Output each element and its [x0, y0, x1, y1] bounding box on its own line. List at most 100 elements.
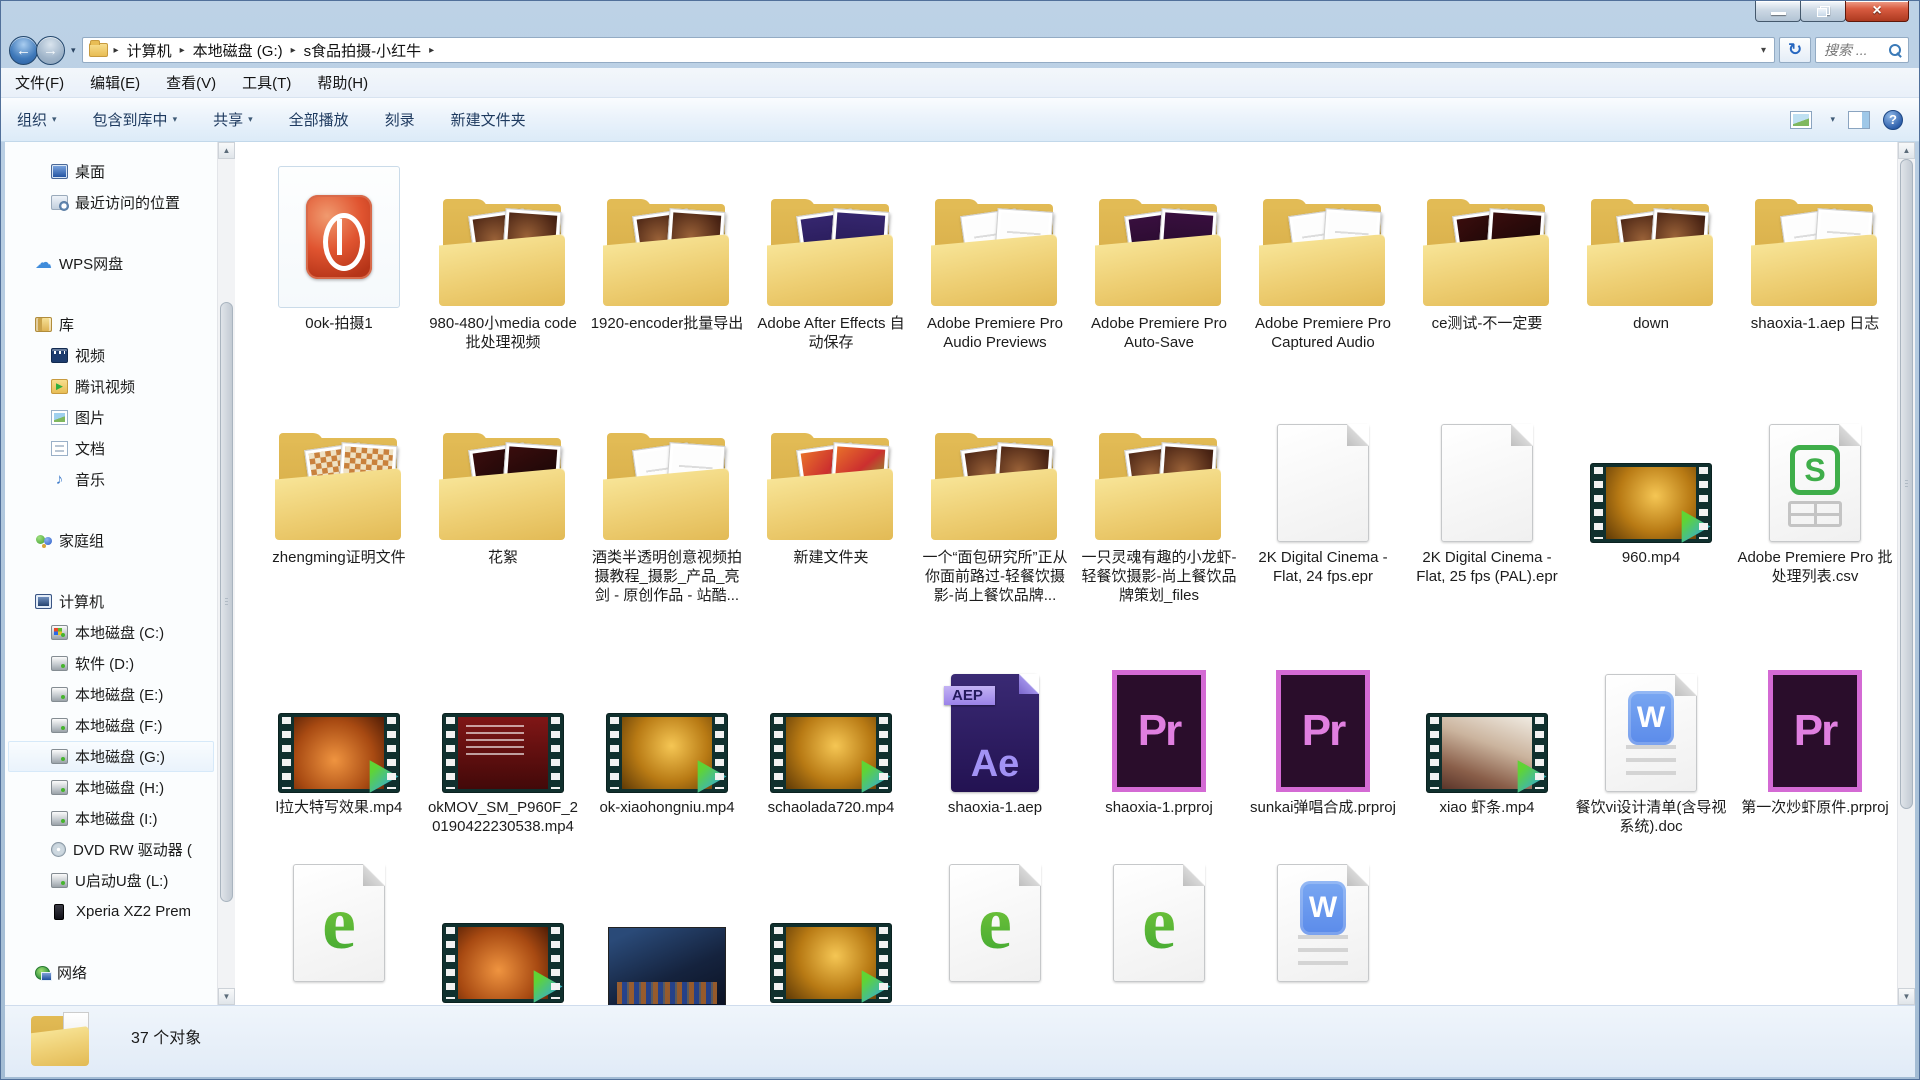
search-box[interactable]	[1815, 37, 1909, 63]
sidebar-item[interactable]: 网络	[8, 957, 214, 988]
file-item[interactable]	[421, 864, 585, 1005]
folder-icon: PrPr	[1093, 200, 1225, 308]
file-item[interactable]: 960.mp4	[1569, 392, 1733, 642]
sidebar-item[interactable]: 最近访问的位置	[8, 187, 214, 218]
file-item[interactable]: W	[1241, 864, 1405, 1005]
sidebar-item[interactable]: 图片	[8, 402, 214, 433]
sidebar-item[interactable]: 本地磁盘 (I:)	[8, 803, 214, 834]
refresh-button[interactable]: ↻	[1779, 37, 1811, 63]
sidebar-item[interactable]: 本地磁盘 (H:)	[8, 772, 214, 803]
menu-item[interactable]: 帮助(H)	[317, 72, 368, 93]
toolbar-button[interactable]: 共享▾	[213, 109, 253, 130]
scroll-up-arrow[interactable]: ▲	[218, 142, 235, 159]
file-item[interactable]: AeAeAdobe After Effects 自动保存	[749, 158, 913, 392]
breadcrumb[interactable]: ▸计算机▸本地磁盘 (G:)▸s食品拍摄-小红牛▸▾	[82, 37, 1775, 63]
toolbar-button[interactable]: 组织▾	[17, 109, 57, 130]
file-item[interactable]: Prshaoxia-1.prproj	[1077, 642, 1241, 864]
sidebar-item[interactable]: 家庭组	[8, 525, 214, 556]
file-item[interactable]: schaolada720.mp4	[749, 642, 913, 864]
recent-pages-dropdown[interactable]: ▾	[69, 45, 78, 56]
file-item[interactable]: 一个“面包研究所”正从你面前路过-轻餐饮摄影-尚上餐饮品牌...	[913, 392, 1077, 642]
drive-icon	[51, 811, 68, 826]
toolbar-button[interactable]: 刻录	[385, 109, 415, 130]
file-item[interactable]: Pr第一次炒虾原件.prproj	[1733, 642, 1897, 864]
file-item[interactable]: PrPrAdobe Premiere Pro Auto-Save	[1077, 158, 1241, 392]
sidebar-item[interactable]: 文档	[8, 433, 214, 464]
file-item[interactable]: Adobe Premiere Pro Captured Audio	[1241, 158, 1405, 392]
sidebar-item[interactable]: 本地磁盘 (F:)	[8, 710, 214, 741]
file-item[interactable]: ce测试-不一定要	[1405, 158, 1569, 392]
file-item[interactable]: Adobe Premiere Pro Audio Previews	[913, 158, 1077, 392]
file-item[interactable]: W餐饮vi设计清单(含导视系统).doc	[1569, 642, 1733, 864]
file-item[interactable]: 酒类半透明创意视频拍摄教程_摄影_产品_亮剑 - 原创作品 - 站酷...	[585, 392, 749, 642]
sidebar-item[interactable]: ♪音乐	[8, 464, 214, 495]
breadcrumb-segment[interactable]: 计算机	[125, 40, 174, 61]
file-item[interactable]: e	[913, 864, 1077, 1005]
sidebar-item[interactable]: Xperia XZ2 Prem	[8, 896, 214, 927]
scroll-up-arrow[interactable]: ▲	[1898, 142, 1915, 159]
change-view-dropdown[interactable]: ▾	[1830, 114, 1835, 125]
menu-item[interactable]: 编辑(E)	[90, 72, 140, 93]
scroll-down-arrow[interactable]: ▼	[1898, 988, 1915, 1005]
breadcrumb-segment[interactable]: s食品拍摄-小红牛	[302, 40, 424, 61]
toolbar-button[interactable]: 全部播放	[289, 109, 349, 130]
sidebar-item[interactable]: DVD RW 驱动器 (	[8, 834, 214, 865]
file-item[interactable]: 0ok-拍摄1	[257, 158, 421, 392]
file-item[interactable]: down	[1569, 158, 1733, 392]
sidebar-item[interactable]: 本地磁盘 (C:)	[8, 617, 214, 648]
file-item[interactable]: shaoxia-1.aep 日志	[1733, 158, 1897, 392]
folder-icon	[601, 200, 733, 308]
file-item[interactable]: 1920-encoder批量导出	[585, 158, 749, 392]
sidebar-item[interactable]: 计算机	[8, 586, 214, 617]
file-item[interactable]: 新建文件夹	[749, 392, 913, 642]
change-view-icon[interactable]	[1790, 111, 1812, 129]
menu-item[interactable]: 查看(V)	[166, 72, 216, 93]
sidebar-item[interactable]: 本地磁盘 (G:)	[8, 741, 214, 772]
menu-item[interactable]: 文件(F)	[15, 72, 64, 93]
file-item[interactable]	[749, 864, 913, 1005]
file-item[interactable]: 花絮	[421, 392, 585, 642]
file-item[interactable]: 980-480小media code批处理视频	[421, 158, 585, 392]
back-button[interactable]: ←	[9, 36, 38, 65]
close-button[interactable]: ×	[1845, 1, 1909, 22]
file-item[interactable]: e	[1077, 864, 1241, 1005]
sidebar-item[interactable]: 视频	[8, 340, 214, 371]
sidebar-item[interactable]: 本地磁盘 (E:)	[8, 679, 214, 710]
sidebar-item[interactable]: 库	[8, 309, 214, 340]
help-icon[interactable]: ?	[1883, 110, 1903, 130]
file-item[interactable]: 2K Digital Cinema - Flat, 25 fps (PAL).e…	[1405, 392, 1569, 642]
sidebar-item[interactable]: 腾讯视频	[8, 371, 214, 402]
file-item[interactable]: e	[257, 864, 421, 1005]
forward-button[interactable]: →	[36, 36, 65, 65]
file-item[interactable]: 2K Digital Cinema - Flat, 24 fps.epr	[1241, 392, 1405, 642]
breadcrumb-segment[interactable]: 本地磁盘 (G:)	[191, 40, 285, 61]
toolbar-button[interactable]: 包含到库中▾	[93, 109, 178, 130]
scrollbar-thumb[interactable]	[1900, 159, 1913, 809]
sidebar-item[interactable]: U启动U盘 (L:)	[8, 865, 214, 896]
file-item[interactable]: zhengming证明文件	[257, 392, 421, 642]
file-item[interactable]	[585, 864, 749, 1005]
preview-pane-icon[interactable]	[1848, 111, 1870, 129]
file-item[interactable]: l拉大特写效果.mp4	[257, 642, 421, 864]
address-dropdown-icon[interactable]: ▾	[1757, 45, 1770, 56]
file-item[interactable]: 一只灵魂有趣的小龙虾-轻餐饮摄影-尚上餐饮品牌策划_files	[1077, 392, 1241, 642]
sidebar-item[interactable]: 桌面	[8, 156, 214, 187]
main-scrollbar[interactable]: ▲ ▼	[1897, 142, 1915, 1005]
restore-button[interactable]	[1800, 1, 1846, 22]
minimize-button[interactable]	[1755, 1, 1801, 22]
sidebar-item[interactable]: 软件 (D:)	[8, 648, 214, 679]
file-item[interactable]: okMOV_SM_P960F_20190422230538.mp4	[421, 642, 585, 864]
scroll-down-arrow[interactable]: ▼	[218, 988, 235, 1005]
menu-item[interactable]: 工具(T)	[242, 72, 291, 93]
toolbar-button[interactable]: 新建文件夹	[451, 109, 526, 130]
file-item[interactable]: AEPAeshaoxia-1.aep	[913, 642, 1077, 864]
file-item[interactable]: xiao 虾条.mp4	[1405, 642, 1569, 864]
file-item[interactable]: SAdobe Premiere Pro 批处理列表.csv	[1733, 392, 1897, 642]
sidebar-scrollbar[interactable]: ▲ ▼	[217, 142, 235, 1005]
file-item[interactable]: Prsunkai弹唱合成.prproj	[1241, 642, 1405, 864]
scrollbar-thumb[interactable]	[220, 302, 233, 902]
file-item[interactable]: ok-xiaohongniu.mp4	[585, 642, 749, 864]
search-input[interactable]	[1822, 41, 1886, 59]
folder-icon	[1093, 434, 1225, 542]
sidebar-item[interactable]: ☁WPS网盘	[8, 248, 214, 279]
